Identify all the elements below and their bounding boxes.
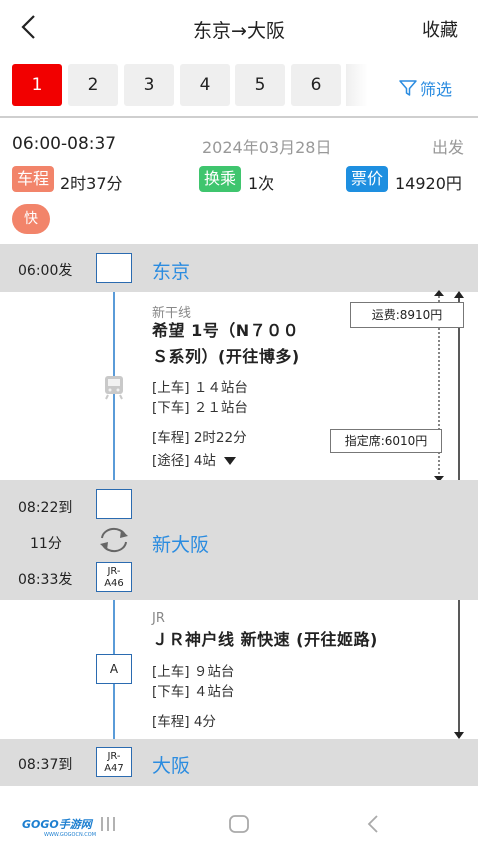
tab-3[interactable]: 3 [124, 64, 174, 106]
caret-down-icon [223, 457, 236, 465]
route-summary: 06:00-08:37 2024年03月28日 出发 车程 2时37分 换乘 1… [0, 118, 478, 244]
header: 东京→大阪 收藏 [0, 0, 478, 56]
tab-5[interactable]: 5 [235, 64, 285, 106]
board-platform: [上车] ９站台 [152, 664, 235, 680]
favorite-button[interactable]: 收藏 [422, 16, 458, 42]
segment-duration: [车程] 2时22分 [152, 430, 247, 446]
tab-1[interactable]: 1 [12, 64, 62, 106]
train-name-1: 希望 1号（N７００ [152, 321, 300, 340]
via-stations: [途径] 4站 [152, 453, 216, 469]
train-name: ＪＲ神户线 新快速 (开往姬路) [152, 630, 378, 649]
depart-time: 08:33发 [18, 572, 73, 588]
station-shin-osaka[interactable]: 08:22到 11分 08:33发 JR- A46 新大阪 [0, 480, 478, 600]
route-tabs: 1 2 3 4 5 6 筛选 [0, 56, 478, 116]
travel-date: 2024年03月28日 [202, 138, 332, 157]
filter-button[interactable]: 筛选 [398, 76, 452, 100]
line-type: JR [152, 611, 165, 626]
station-code-line2: A46 [104, 578, 124, 589]
filter-label: 筛选 [420, 80, 453, 99]
fare-label: 运费:8910円 [350, 302, 464, 328]
fast-badge: 快 [12, 204, 50, 234]
tab-7-partial[interactable] [346, 64, 368, 106]
home-icon[interactable] [228, 814, 250, 834]
depart-label: 出发 [431, 138, 464, 157]
alight-platform: [下车] ２１站台 [152, 400, 248, 416]
station-code-line2: A47 [104, 763, 124, 774]
tab-6[interactable]: 6 [291, 64, 341, 106]
via-stations-toggle[interactable]: [途径] 4站 [152, 451, 236, 471]
stop-code-box: A [96, 654, 132, 684]
train-icon [105, 376, 123, 400]
price-chip: 票价 [346, 166, 389, 192]
station-name[interactable]: 东京 [152, 257, 190, 284]
filter-icon [399, 80, 417, 96]
transfer-chip: 换乘 [199, 166, 242, 192]
station-code-box: JR- A46 [96, 562, 132, 592]
station-name[interactable]: 大阪 [152, 751, 190, 778]
tab-4[interactable]: 4 [180, 64, 230, 106]
station-osaka[interactable]: 08:37到 JR- A47 大阪 [0, 739, 478, 786]
board-platform: [上车] １４站台 [152, 380, 248, 396]
system-nav-bar: GOGO手游网 WWW.GOGOCN.COM [0, 786, 478, 850]
station-tokyo[interactable]: 06:00发 东京 [0, 244, 478, 292]
transfer-icon [100, 527, 128, 553]
page-title: 东京→大阪 [193, 20, 285, 42]
watermark-logo: GOGO手游网 [22, 818, 92, 831]
duration-value: 2时37分 [60, 174, 123, 193]
alight-platform: [下车] ４站台 [152, 684, 235, 700]
nav-back-icon[interactable] [364, 814, 382, 834]
time-range: 06:00-08:37 [12, 134, 117, 154]
arrive-time: 08:22到 [18, 500, 73, 516]
arrive-time: 08:37到 [18, 757, 73, 773]
price-value: 14920円 [395, 174, 462, 193]
station-marker [96, 253, 132, 283]
reserved-seat-label: 指定席:6010円 [330, 429, 442, 453]
station-code-line1: JR- [107, 751, 121, 762]
train-name-2: Ｓ系列）(开往博多) [152, 347, 300, 366]
duration-chip: 车程 [12, 166, 55, 192]
station-code-line1: JR- [107, 566, 121, 577]
station-code-box: JR- A47 [96, 747, 132, 777]
station-name[interactable]: 新大阪 [152, 530, 209, 557]
depart-time: 06:00发 [18, 263, 73, 279]
recent-apps-icon[interactable] [98, 814, 118, 834]
station-marker [96, 489, 132, 519]
tab-2[interactable]: 2 [68, 64, 118, 106]
watermark-url: WWW.GOGOCN.COM [44, 832, 97, 838]
transfer-value: 1次 [248, 174, 275, 193]
transfer-wait: 11分 [30, 536, 62, 552]
segment-duration: [车程] 4分 [152, 714, 216, 730]
